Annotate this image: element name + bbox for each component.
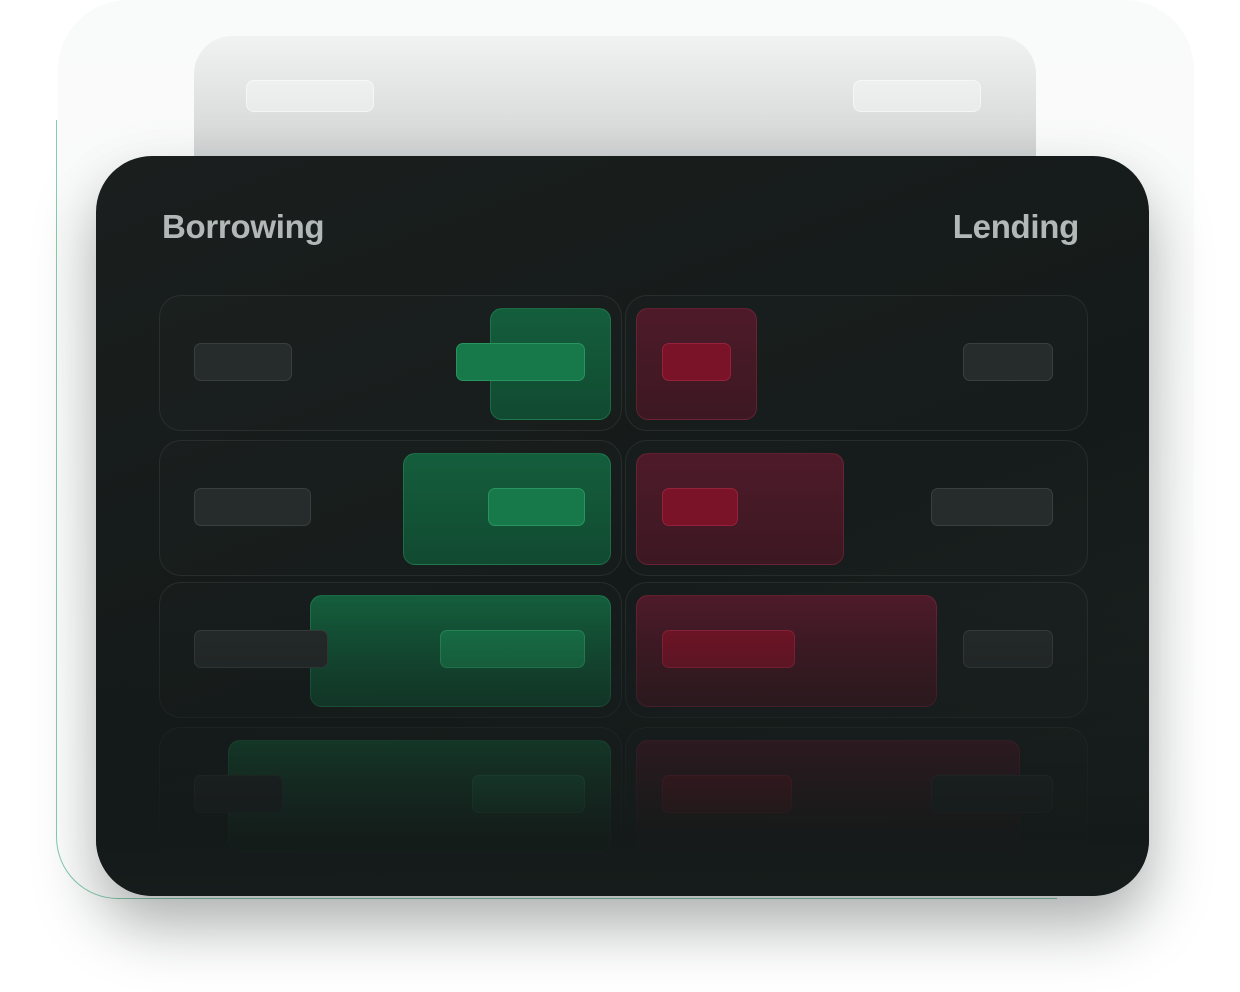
lending-row: [625, 440, 1088, 576]
borrowing-rate-placeholder: [194, 775, 283, 813]
lending-amount-placeholder: [662, 630, 795, 668]
lending-row: [625, 727, 1088, 863]
borrowing-rate-placeholder: [194, 343, 292, 381]
lending-row: [625, 582, 1088, 718]
borrowing-amount-placeholder: [440, 630, 585, 668]
borrowing-row: [159, 440, 622, 576]
borrowing-amount-placeholder: [488, 488, 585, 526]
borrowing-title: Borrowing: [162, 208, 325, 245]
borrowing-rate-placeholder: [194, 630, 328, 668]
lending-rate-placeholder: [931, 488, 1053, 526]
lending-amount-placeholder: [662, 343, 731, 381]
lending-row: [625, 295, 1088, 431]
borrowing-row: [159, 295, 622, 431]
back-card-pill-left: [246, 80, 374, 112]
order-book-card: Borrowing Lending: [96, 156, 1149, 896]
borrowing-rate-placeholder: [194, 488, 311, 526]
lending-amount-placeholder: [662, 488, 738, 526]
illustration-stage: Borrowing Lending: [0, 0, 1240, 992]
lending-rate-placeholder: [963, 343, 1053, 381]
borrowing-row: [159, 582, 622, 718]
borrowing-row: [159, 727, 622, 863]
lending-title: Lending: [952, 208, 1080, 245]
lending-rate-placeholder: [963, 630, 1053, 668]
borrowing-amount-placeholder: [456, 343, 585, 381]
back-card-pill-right: [853, 80, 981, 112]
borrowing-amount-placeholder: [472, 775, 585, 813]
lending-amount-placeholder: [662, 775, 792, 813]
lending-rate-placeholder: [931, 775, 1053, 813]
